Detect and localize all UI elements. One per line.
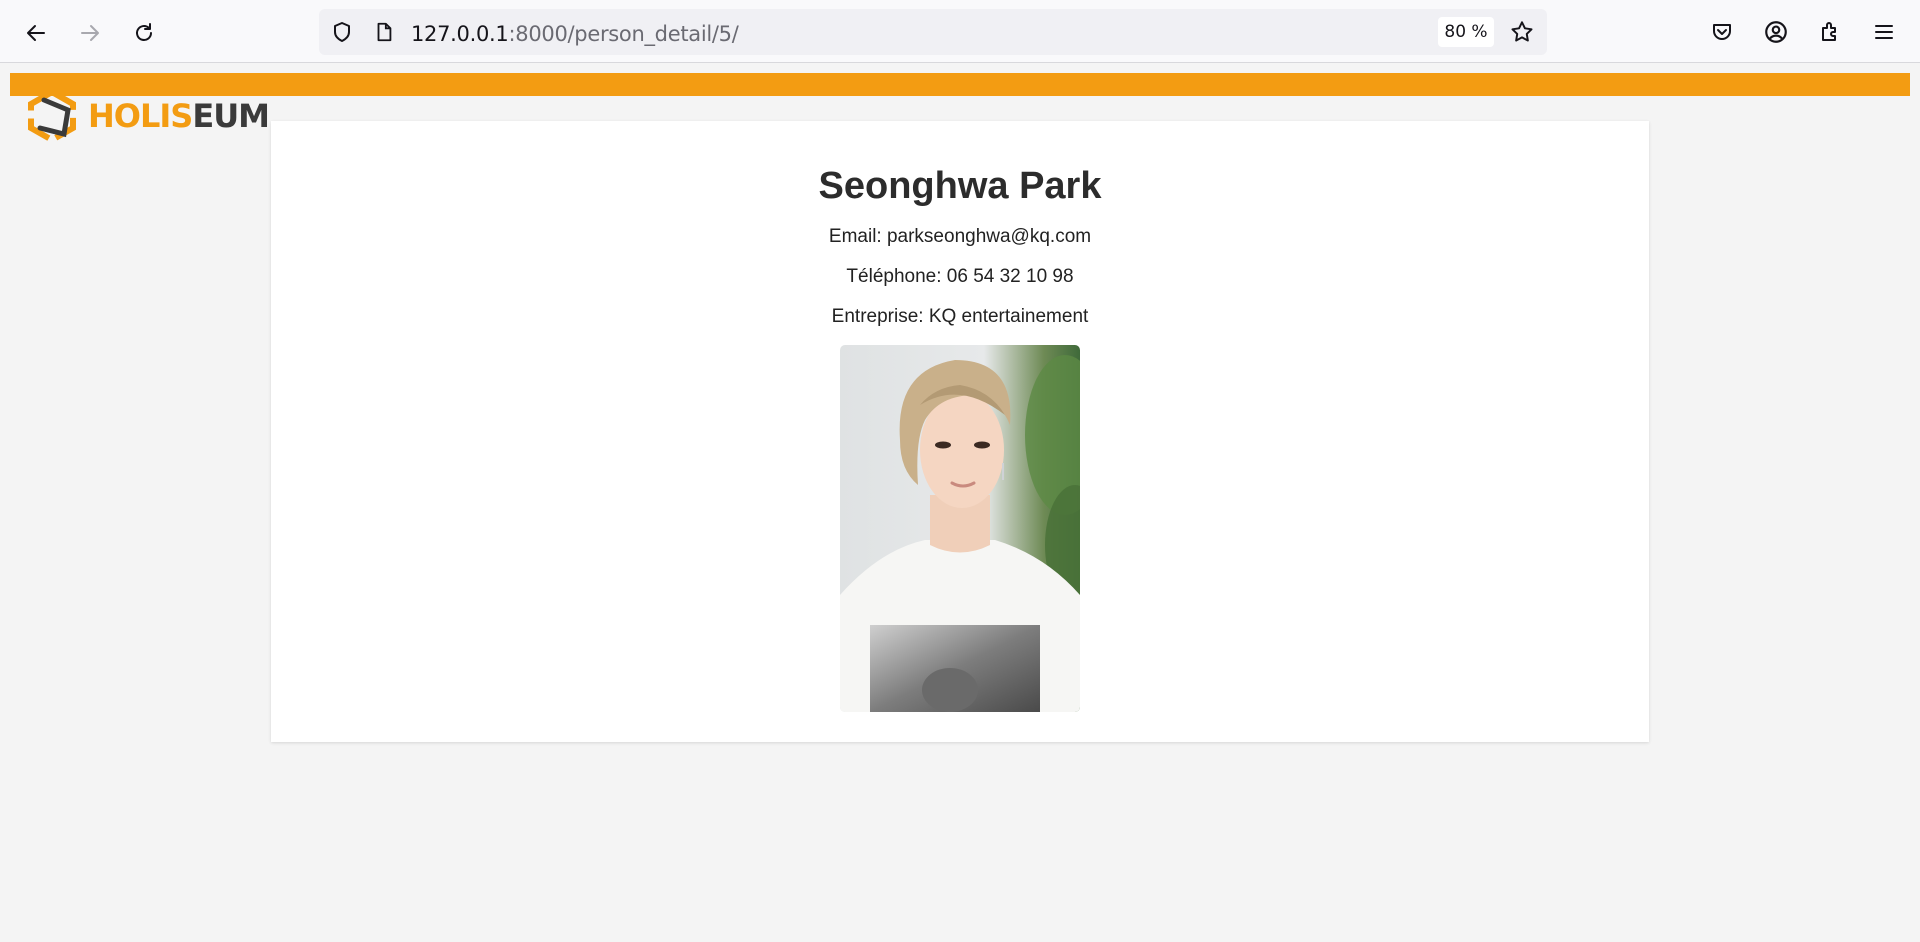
header-bar [10, 73, 1910, 96]
url-text: 127.0.0.1:8000/person_detail/5/ [411, 22, 739, 46]
back-button[interactable] [19, 16, 53, 50]
logo-text-part2: EUM [192, 97, 270, 135]
person-photo [840, 345, 1080, 712]
account-icon[interactable] [1762, 18, 1790, 46]
browser-toolbar: 127.0.0.1:8000/person_detail/5/ 80 % [0, 0, 1920, 63]
address-bar[interactable]: 127.0.0.1:8000/person_detail/5/ 80 % [319, 9, 1547, 55]
portrait-image [840, 355, 1080, 712]
logo-wordmark: HOLISEUM [88, 97, 270, 135]
hexagon-logo-icon [28, 88, 76, 144]
arrow-left-icon [27, 25, 45, 41]
bookmark-star-icon[interactable] [1509, 19, 1535, 45]
url-host: 127.0.0.1 [411, 22, 509, 46]
person-detail-card: Seonghwa Park Email: parkseonghwa@kq.com… [271, 121, 1649, 742]
holiseum-logo[interactable]: HOLISEUM [24, 88, 270, 144]
page-icon [371, 19, 397, 45]
url-path: :8000/person_detail/5/ [508, 22, 739, 46]
logo-text-part1: HOLIS [88, 97, 193, 135]
shield-icon[interactable] [329, 19, 355, 45]
person-phone: Téléphone: 06 54 32 10 98 [846, 266, 1074, 287]
menu-icon[interactable] [1870, 18, 1898, 46]
reload-icon [136, 23, 152, 41]
arrow-right-icon [81, 25, 99, 41]
extensions-icon[interactable] [1816, 18, 1844, 46]
person-email: Email: parkseonghwa@kq.com [828, 226, 1092, 247]
person-company: Entreprise: KQ entertainement [831, 306, 1089, 327]
person-name: Seonghwa Park [818, 165, 1102, 207]
pocket-icon[interactable] [1708, 18, 1736, 46]
reload-button[interactable] [127, 16, 161, 50]
zoom-level-badge[interactable]: 80 % [1438, 17, 1494, 47]
forward-button[interactable] [73, 16, 107, 50]
